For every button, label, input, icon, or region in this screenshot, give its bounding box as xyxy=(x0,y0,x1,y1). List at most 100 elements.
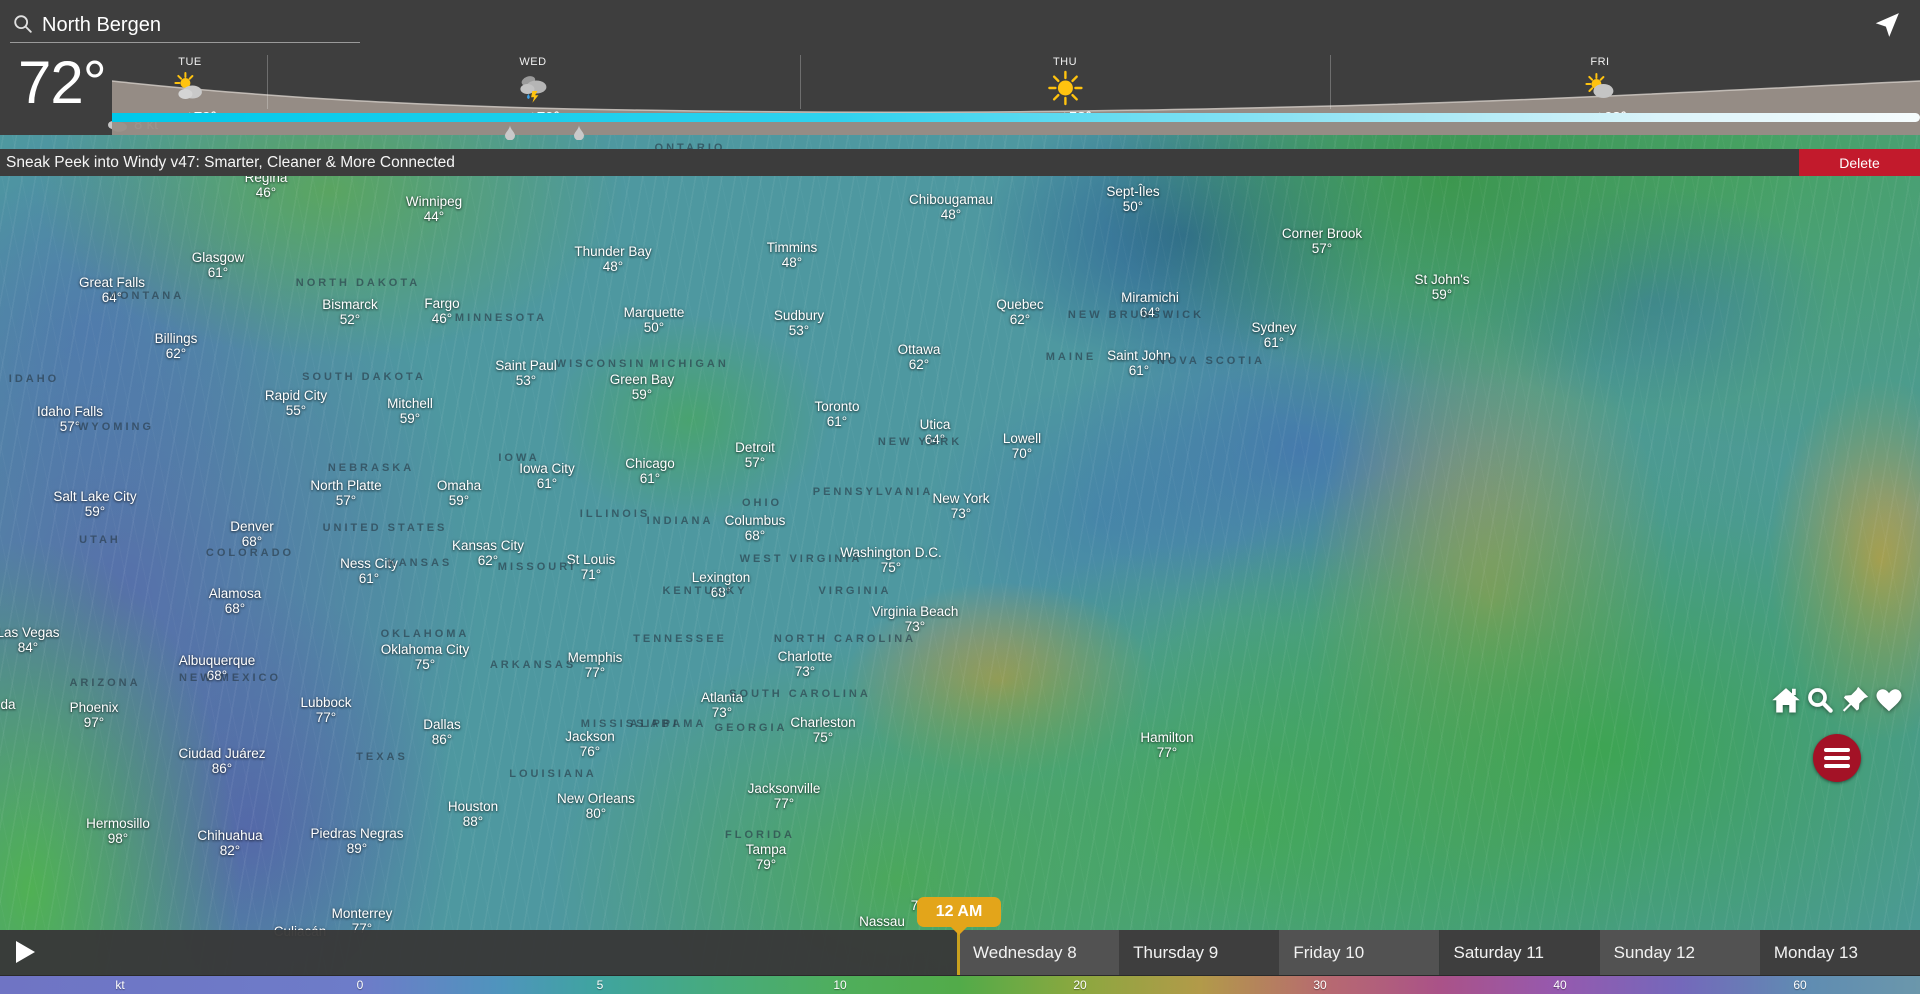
map-city-label: da xyxy=(0,697,15,712)
map-city-label: Las Vegas84° xyxy=(0,625,60,655)
map-city-label: Columbus68° xyxy=(725,513,786,543)
map-region-label: MICHIGAN xyxy=(649,358,729,370)
map-region-label: KANSAS xyxy=(388,557,452,569)
map-city-label: Chicago61° xyxy=(625,456,675,486)
legend-tick-30: 30 xyxy=(1313,977,1326,993)
map-region-label: NOVA SCOTIA xyxy=(1157,355,1265,367)
legend-tick-10: 10 xyxy=(833,977,846,993)
forecast-day-divider xyxy=(1330,55,1331,109)
forecast-day-label: WED xyxy=(506,56,559,68)
timeline-bar[interactable]: Wednesday 8Thursday 9Friday 10Saturday 1… xyxy=(0,930,1920,975)
timeline-day-3[interactable]: Friday 10 xyxy=(1279,930,1439,975)
timeline-day-label: Saturday 11 xyxy=(1440,930,1600,975)
top-bar: 72° 8 kt TUE71° / 79°WED58° / 70°THU49° … xyxy=(0,0,1920,135)
legend-tick-60: 60 xyxy=(1793,977,1806,993)
timeline-day-4[interactable]: Saturday 11 xyxy=(1440,930,1600,975)
map-region-label: ARKANSAS xyxy=(490,659,576,671)
notification-bar: Sneak Peek into Windy v47: Smarter, Clea… xyxy=(0,149,1920,176)
favorites-heart-icon[interactable] xyxy=(1874,685,1904,715)
search-map-icon[interactable] xyxy=(1805,685,1835,715)
timeline-day-6[interactable]: Monday 13 xyxy=(1760,930,1920,975)
map-region-label: UNITED STATES xyxy=(323,522,448,534)
forecast-day-label: TUE xyxy=(163,56,216,68)
map-region-label: MONTANA xyxy=(108,290,184,302)
map-city-label: Lowell70° xyxy=(1003,431,1041,461)
legend-tick-kt: kt xyxy=(115,977,124,993)
map-region-label: INDIANA xyxy=(647,515,714,527)
map-city-label: Lubbock77° xyxy=(300,695,351,725)
timeline-day-2[interactable]: Thursday 9 xyxy=(1119,930,1279,975)
rain-drop-icon xyxy=(505,125,515,140)
map-city-label: Oklahoma City75° xyxy=(381,642,470,672)
timeline-day-label: Sunday 12 xyxy=(1600,930,1760,975)
map-region-label: COLORADO xyxy=(206,547,294,559)
map-city-label: Omaha59° xyxy=(437,478,481,508)
delete-notification-button[interactable]: Delete xyxy=(1799,149,1920,176)
map-city-label: Ciudad Juárez86° xyxy=(178,746,265,776)
map-city-label: Marquette50° xyxy=(624,305,685,335)
map-city-label: Hamilton77° xyxy=(1140,730,1193,760)
map-region-label: WEST VIRGINIA xyxy=(740,553,863,565)
legend-tick-0: 0 xyxy=(357,977,364,993)
pin-icon[interactable] xyxy=(1840,685,1870,715)
map-city-label: Thunder Bay48° xyxy=(574,244,651,274)
map-city-label: Charleston75° xyxy=(790,715,855,745)
map-region-label: UTAH xyxy=(79,534,121,546)
map-city-label: Green Bay59° xyxy=(610,372,675,402)
map-region-label: WYOMING xyxy=(78,421,154,433)
timeline-day-1[interactable]: Wednesday 8 xyxy=(959,930,1119,975)
map-city-label: Jacksonville77° xyxy=(748,781,821,811)
map-region-label: NEW MEXICO xyxy=(179,672,281,684)
rain-thunder-icon xyxy=(515,70,551,106)
forecast-progress-bar[interactable] xyxy=(112,113,1920,122)
play-button[interactable] xyxy=(16,941,35,963)
map-city-label: Mitchell59° xyxy=(387,396,433,426)
map-city-label: Corner Brook57° xyxy=(1282,226,1362,256)
map-city-label: Alamosa68° xyxy=(209,586,262,616)
locate-me-icon[interactable] xyxy=(1872,10,1902,40)
map-region-label: ILLINOIS xyxy=(580,508,650,520)
map-city-label: Sept-Îles50° xyxy=(1106,184,1159,214)
forecast-day-divider xyxy=(800,55,801,109)
map-city-label: Tampa79° xyxy=(746,842,787,872)
map-city-label: Winnipeg44° xyxy=(406,194,462,224)
search-icon xyxy=(12,13,34,35)
map-city-label: Jackson76° xyxy=(565,729,615,759)
map-city-label: Chibougamau48° xyxy=(909,192,993,222)
partly-cloudy-icon xyxy=(172,70,208,106)
menu-button[interactable] xyxy=(1813,734,1861,782)
map-city-label: Billings62° xyxy=(155,331,198,361)
map-region-label: SOUTH CAROLINA xyxy=(729,688,871,700)
map-city-label: Nassau xyxy=(859,914,905,929)
map-city-label: Houston88° xyxy=(448,799,498,829)
map-city-label: Phoenix97° xyxy=(70,700,119,730)
rain-drop-marker xyxy=(574,125,584,145)
map-city-label: Timmins48° xyxy=(767,240,818,270)
map-city-label: Detroit57° xyxy=(735,440,775,470)
timeline-day-5[interactable]: Sunday 12 xyxy=(1600,930,1760,975)
timeline-day-label: Wednesday 8 xyxy=(959,930,1119,975)
map-region-label: MAINE xyxy=(1046,351,1096,363)
map-region-label: IOWA xyxy=(498,452,539,464)
forecast-day-divider xyxy=(267,55,268,109)
rain-drop-marker xyxy=(505,125,515,145)
map-region-label: VIRGINIA xyxy=(819,585,892,597)
map-region-label: WISCONSIN xyxy=(556,358,647,370)
map-region-label: PENNSYLVANIA xyxy=(813,486,934,498)
home-icon[interactable] xyxy=(1771,685,1801,715)
map-city-label: Bismarck52° xyxy=(322,297,378,327)
map-city-label: Piedras Negras89° xyxy=(310,826,403,856)
map-city-label: New York73° xyxy=(932,491,989,521)
map-city-label: Iowa City61° xyxy=(519,461,575,491)
wind-speed-legend[interactable]: kt051020304060 xyxy=(0,975,1920,994)
map-city-label: Salt Lake City59° xyxy=(53,489,136,519)
current-temperature: 72° xyxy=(18,48,106,117)
map-region-label: TEXAS xyxy=(356,751,408,763)
timeline-day-label: Friday 10 xyxy=(1279,930,1439,975)
map-city-label: North Platte57° xyxy=(310,478,381,508)
forecast-day-label: THU xyxy=(1038,56,1091,68)
map-region-label: IDAHO xyxy=(9,373,59,385)
rain-drop-icon xyxy=(574,125,584,140)
menu-icon xyxy=(1824,748,1850,752)
map-city-label: Dallas86° xyxy=(423,717,461,747)
